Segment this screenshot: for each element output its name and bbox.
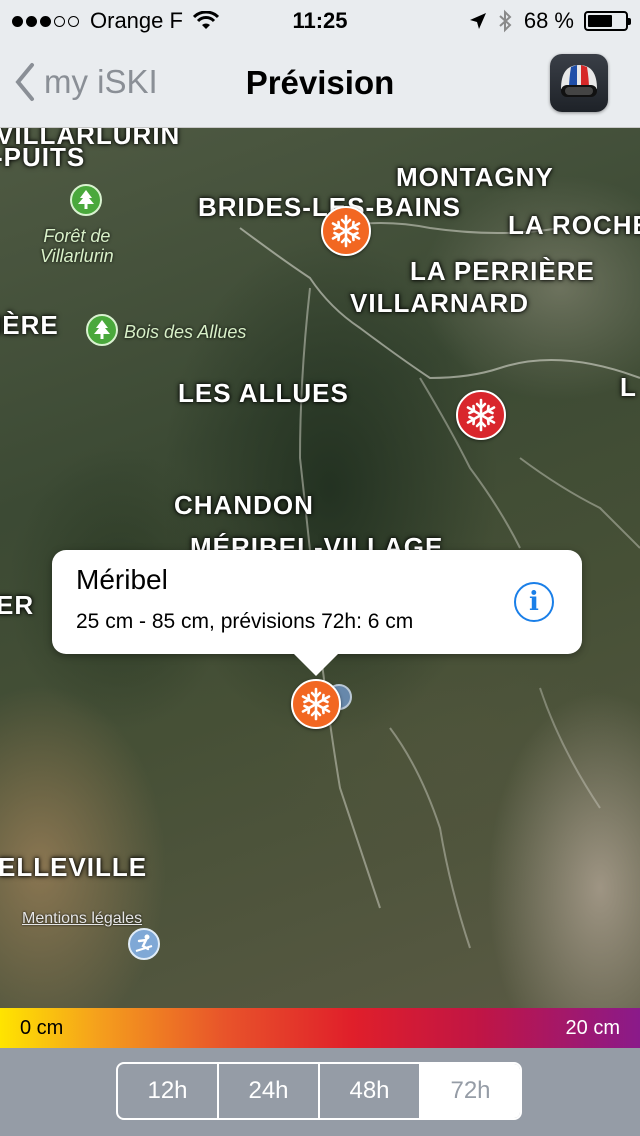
scale-max-label: 20 cm xyxy=(565,1017,620,1039)
resort-callout[interactable]: Méribel 25 cm - 85 cm, prévisions 72h: 6… xyxy=(52,550,582,676)
segment-24h[interactable]: 24h xyxy=(219,1064,320,1118)
forest-icon xyxy=(86,314,118,346)
snow-marker-east[interactable] xyxy=(456,390,506,440)
forest-icon xyxy=(70,184,102,216)
poi-foret-de-villarlurin: Forêt de Villarlurin xyxy=(40,226,114,266)
page-title: Prévision xyxy=(245,64,395,101)
battery-level xyxy=(588,15,613,27)
legal-link[interactable]: Mentions légales xyxy=(22,910,142,928)
place-er: ER xyxy=(0,590,35,620)
place-montagny: MONTAGNY xyxy=(396,162,554,192)
callout-subtitle: 25 cm - 85 cm, prévisions 72h: 6 cm xyxy=(76,610,414,633)
battery-icon xyxy=(584,11,631,31)
place-puits: -PUITS xyxy=(0,142,86,172)
segment-48h[interactable]: 48h xyxy=(320,1064,421,1118)
location-arrow-icon xyxy=(469,13,486,29)
snow-marker-brides[interactable] xyxy=(321,206,371,256)
snowflake-icon xyxy=(331,214,361,248)
place-elleville: ELLEVILLE xyxy=(0,852,148,882)
map-view[interactable]: VILLARLURIN -PUITS BRIDES-LES-BAINS MONT… xyxy=(0,128,640,1008)
battery-percent: 68 % xyxy=(523,8,574,33)
helmet-goggles-icon[interactable] xyxy=(550,54,608,112)
skier-icon[interactable] xyxy=(128,928,160,960)
forecast-period-selector: 12h 24h 48h 72h xyxy=(116,1062,522,1120)
place-la-perriere: LA PERRIÈRE xyxy=(410,256,595,286)
helmet-icon xyxy=(561,65,597,97)
snowflake-icon xyxy=(466,398,496,432)
snowflake-icon xyxy=(301,687,331,721)
segment-72h[interactable]: 72h xyxy=(421,1064,520,1118)
poi-bois-des-allues: Bois des Allues xyxy=(124,322,247,342)
poi-label-line: Forêt de xyxy=(43,226,111,246)
poi-label-line: Villarlurin xyxy=(40,246,114,266)
segment-12h[interactable]: 12h xyxy=(118,1064,219,1118)
bluetooth-icon xyxy=(499,9,512,33)
info-icon[interactable]: i xyxy=(514,582,554,622)
place-iere: IÈRE xyxy=(0,310,59,340)
bottom-toolbar: 12h 24h 48h 72h xyxy=(0,1048,640,1136)
callout-title: Méribel xyxy=(76,564,168,595)
snow-marker-meribel[interactable] xyxy=(291,679,341,729)
status-bar: Orange F 11:25 68 % xyxy=(0,0,640,40)
status-right: 68 % xyxy=(468,8,631,34)
place-chandon: CHANDON xyxy=(174,490,314,520)
place-les-allues: LES ALLUES xyxy=(178,378,349,408)
place-la-roche: LA ROCHE xyxy=(508,210,640,240)
navigation-bar: my iSKI Prévision xyxy=(0,40,640,128)
scale-min-label: 0 cm xyxy=(20,1017,64,1039)
snow-scale-bar: 0 cm 20 cm xyxy=(0,1008,640,1048)
place-l: L xyxy=(620,372,637,402)
place-villarnard: VILLARNARD xyxy=(350,288,529,318)
